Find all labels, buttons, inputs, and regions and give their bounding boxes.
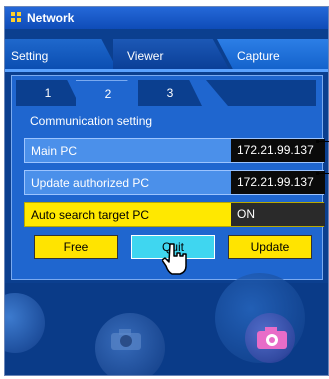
update-authorized-pc-row[interactable]: Update authorized PC 172.21.99.137 — [24, 170, 325, 195]
window-title: Network — [27, 11, 75, 25]
section-title: Communication setting — [30, 114, 153, 128]
tab-divider — [5, 69, 328, 72]
main-pc-label: Main PC — [31, 144, 78, 158]
background-decoration — [5, 273, 328, 375]
tab-capture[interactable]: Capture — [217, 39, 328, 69]
update-authorized-pc-value[interactable]: 172.21.99.137 — [231, 171, 325, 194]
grid-icon — [11, 12, 23, 24]
tab-viewer[interactable]: Viewer — [113, 39, 229, 69]
network-window: Network Setting Viewer Capture 1 2 3 Com… — [4, 6, 329, 376]
free-button[interactable]: Free — [34, 235, 118, 259]
subtab-1[interactable]: 1 — [16, 80, 80, 106]
hand-cursor-icon — [162, 243, 187, 275]
update-button[interactable]: Update — [228, 235, 312, 259]
bg-bubble — [5, 293, 45, 353]
callout-dot — [316, 172, 319, 175]
tab-setting[interactable]: Setting — [5, 39, 117, 69]
subtab-filler — [206, 80, 316, 106]
tab-setting-label: Setting — [11, 49, 49, 63]
subtab-3[interactable]: 3 — [138, 80, 202, 106]
auto-search-label: Auto search target PC — [31, 208, 150, 222]
tab-viewer-label: Viewer — [127, 49, 164, 63]
tab-capture-label: Capture — [237, 49, 280, 63]
camera-icon — [257, 327, 287, 349]
main-pc-value[interactable]: 172.21.99.137 — [231, 139, 325, 162]
callout-dot — [316, 140, 319, 143]
camera-icon — [111, 329, 141, 350]
callout-line — [318, 173, 329, 174]
main-tabs: Setting Viewer Capture — [5, 39, 328, 69]
settings-panel: 1 2 3 Communication setting Main PC 172.… — [11, 75, 325, 280]
sub-tabs: 1 2 3 — [16, 80, 316, 107]
update-authorized-pc-label: Update authorized PC — [31, 176, 150, 190]
title-bar: Network — [5, 7, 328, 29]
auto-search-value[interactable]: ON — [231, 203, 325, 226]
auto-search-row[interactable]: Auto search target PC ON — [24, 202, 325, 227]
subtab-2[interactable]: 2 — [76, 80, 140, 107]
main-pc-row[interactable]: Main PC 172.21.99.137 — [24, 138, 325, 163]
callout-line — [318, 141, 329, 142]
